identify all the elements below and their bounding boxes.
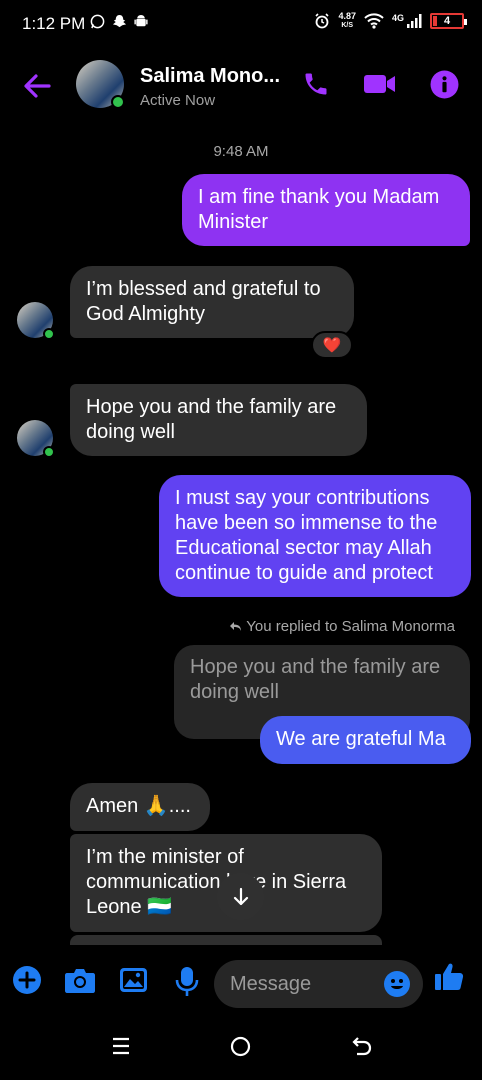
- gallery-icon[interactable]: [119, 966, 148, 994]
- network-type: 4G: [391, 13, 404, 23]
- add-icon[interactable]: [12, 965, 42, 995]
- message-bubble-incoming[interactable]: Hope you and the family are doing well: [70, 384, 367, 456]
- message-input[interactable]: [230, 960, 380, 1008]
- phone-call-icon[interactable]: [302, 70, 330, 98]
- wifi-icon: [364, 13, 384, 29]
- reply-label: You replied to Salima Monorma: [229, 618, 455, 635]
- conversation-header: Salima Mono... Active Now: [0, 56, 482, 118]
- message-bubble-outgoing[interactable]: We are grateful Ma: [260, 716, 471, 764]
- message-input-field[interactable]: [214, 960, 423, 1008]
- whatsapp-icon: [90, 14, 105, 29]
- status-time: 1:12 PM: [22, 14, 86, 33]
- system-navigation-bar: [0, 1020, 482, 1080]
- online-indicator: [111, 95, 125, 109]
- battery-icon: 4: [430, 13, 467, 29]
- reply-arrow-icon: [230, 622, 242, 631]
- message-bubble-outgoing[interactable]: I must say your contributions have been …: [159, 475, 471, 597]
- info-icon[interactable]: [430, 70, 459, 99]
- snapchat-icon: [112, 14, 127, 28]
- back-arrow-icon[interactable]: [22, 72, 52, 100]
- back-nav-icon[interactable]: [352, 1036, 372, 1056]
- video-call-icon[interactable]: [363, 70, 397, 98]
- signal-icon: [407, 14, 422, 28]
- microphone-icon[interactable]: [175, 966, 199, 998]
- camera-icon[interactable]: [64, 966, 96, 994]
- scroll-to-bottom-button[interactable]: [217, 873, 264, 920]
- status-bar: 1:12 PM 4.87 K/S 4G 4: [0, 0, 482, 46]
- message-composer: [0, 950, 482, 1020]
- android-icon: [134, 14, 148, 27]
- contact-avatar[interactable]: [76, 60, 125, 109]
- message-bubble-outgoing[interactable]: I am fine thank you Madam Minister: [182, 174, 470, 246]
- contact-name[interactable]: Salima Mono...: [140, 65, 290, 88]
- message-bubble-incoming[interactable]: Amen 🙏....: [70, 783, 210, 831]
- contact-avatar-small: [17, 302, 55, 340]
- battery-level: 4: [443, 15, 451, 27]
- message-bubble-incoming-partial: [70, 935, 382, 945]
- alarm-icon: [315, 13, 330, 29]
- recent-apps-icon[interactable]: [111, 1036, 131, 1056]
- chat-timestamp: 9:48 AM: [213, 143, 269, 160]
- home-icon[interactable]: [230, 1036, 251, 1057]
- network-speed: 4.87 K/S: [338, 11, 356, 30]
- heart-reaction[interactable]: ❤️: [311, 331, 353, 359]
- emoji-icon[interactable]: [383, 970, 411, 998]
- contact-active-status: Active Now: [140, 92, 216, 109]
- thumbs-up-icon[interactable]: [434, 962, 464, 992]
- message-bubble-incoming[interactable]: I’m blessed and grateful to God Almighty: [70, 266, 354, 338]
- contact-avatar-small: [17, 420, 55, 458]
- arrow-down-icon: [233, 887, 248, 905]
